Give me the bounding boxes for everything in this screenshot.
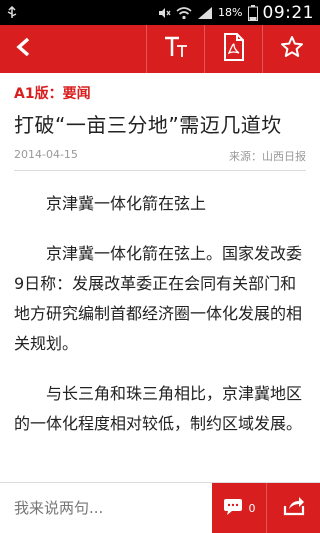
usb-icon [6,5,18,20]
back-icon [15,37,33,61]
font-size-button[interactable] [146,25,204,73]
article-paragraph: 京津冀一体化箭在弦上 [46,194,207,213]
clock: 09:21 [262,2,314,23]
font-size-icon [163,35,189,63]
status-bar: 18% 09:21 [0,0,320,25]
article-date: 2014-04-15 [14,148,78,161]
mute-icon [157,6,171,20]
article-title: 打破“一亩三分地”需迈几道坎 [14,113,282,137]
article-paragraph: 京津冀一体化箭在弦上。国家发改委9日称：发展改革委正在会同有关部门和地方研究编制… [14,244,303,353]
divider [14,170,306,171]
pdf-button[interactable] [204,25,262,73]
comment-icon [223,498,243,519]
battery-percent: 18% [218,6,243,19]
favorite-button[interactable] [262,25,320,73]
wifi-icon [176,6,192,20]
comment-count: 0 [248,501,256,515]
article-paragraph: 与长三角和珠三角相比，京津冀地区的一体化程度相对较低，制约区域发展。 [14,384,303,433]
battery-icon [247,4,258,21]
comment-input[interactable] [0,482,212,533]
article-source: 来源：山西日报 [229,150,306,163]
share-icon [283,496,305,520]
article-toolbar [0,25,320,73]
article-content[interactable]: A1版：要闻 打破“一亩三分地”需迈几道坎 2014-04-15 来源：山西日报… [0,73,320,482]
back-button[interactable] [0,25,48,73]
comments-button[interactable]: 0 [212,482,266,533]
share-button[interactable] [266,482,320,533]
section-label: A1版：要闻 [14,86,91,102]
pdf-icon [223,33,245,65]
article-meta: 2014-04-15 来源：山西日报 [14,148,306,164]
bottom-bar: 0 [0,482,320,533]
star-icon [280,35,304,63]
signal-icon [197,6,213,20]
